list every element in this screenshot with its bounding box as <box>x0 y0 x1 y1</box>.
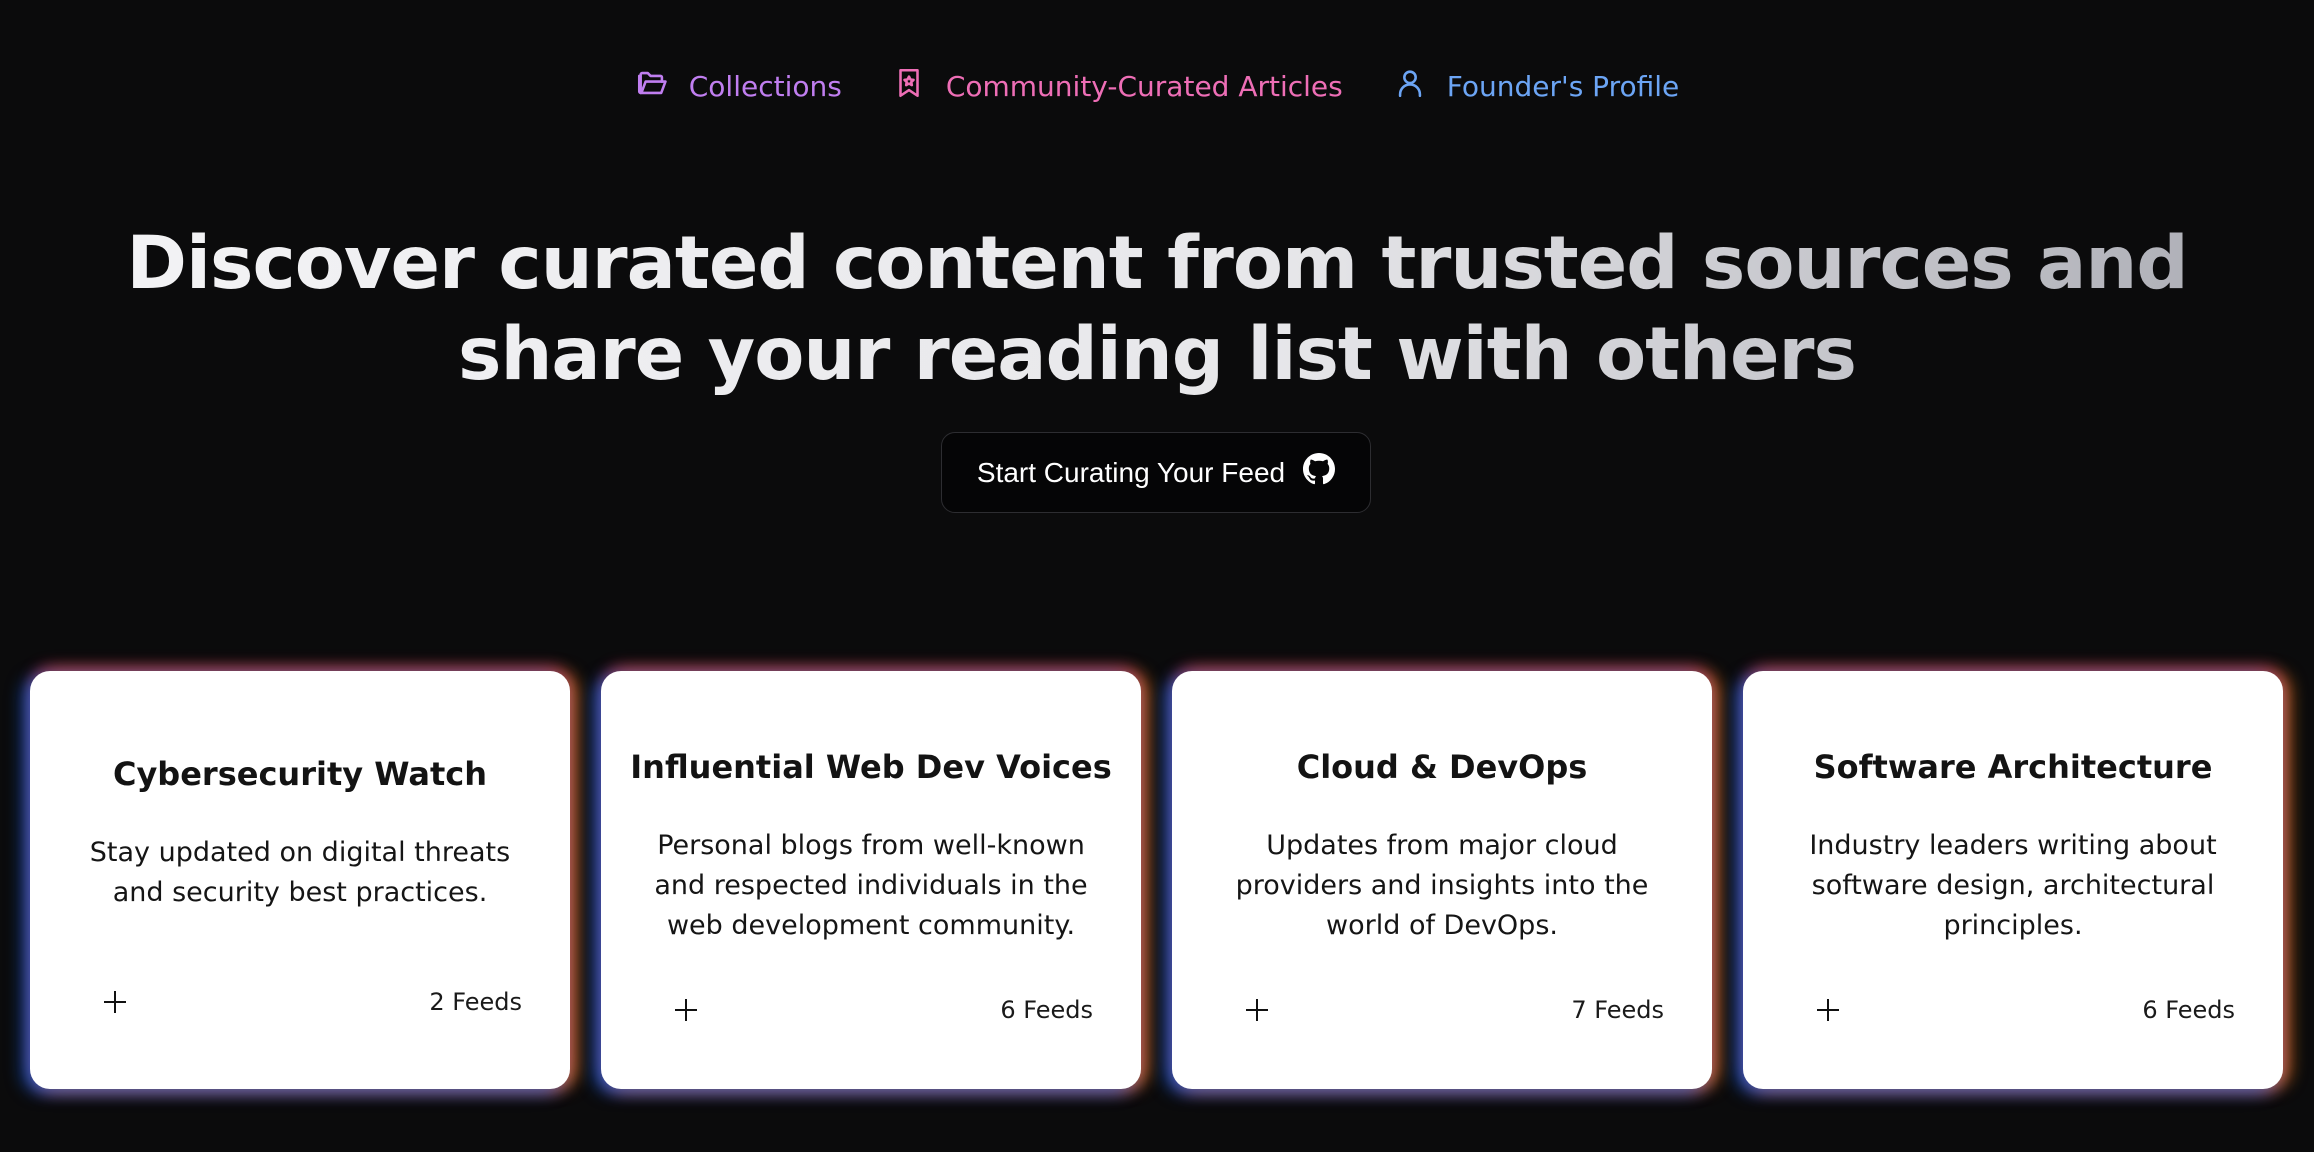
start-curating-button[interactable]: Start Curating Your Feed <box>941 432 1371 513</box>
page: Collections Community-Curated Articles F… <box>0 0 2314 1152</box>
card-description: Industry leaders writing about software … <box>1809 830 2217 941</box>
collection-card[interactable]: Cybersecurity Watch Stay updated on digi… <box>30 671 570 1089</box>
collection-card[interactable]: Influential Web Dev Voices Personal blog… <box>601 671 1141 1089</box>
user-icon <box>1393 66 1427 107</box>
collection-card[interactable]: Cloud & DevOps Updates from major cloud … <box>1172 671 1712 1089</box>
nav-item-founders-profile[interactable]: Founder's Profile <box>1393 66 1680 107</box>
bookmark-icon <box>892 66 926 107</box>
nav-item-community-curated-articles[interactable]: Community-Curated Articles <box>892 66 1343 107</box>
nav-item-label: Collections <box>688 70 842 103</box>
top-nav: Collections Community-Curated Articles F… <box>0 66 2314 107</box>
collection-card[interactable]: Software Architecture Industry leaders w… <box>1743 671 2283 1089</box>
github-icon <box>1303 453 1336 492</box>
plus-icon[interactable] <box>100 987 130 1017</box>
feed-count: 2 Feeds <box>429 988 522 1016</box>
card-description: Personal blogs from well-known and respe… <box>654 830 1088 941</box>
nav-item-label: Founder's Profile <box>1446 70 1680 103</box>
plus-icon[interactable] <box>1813 995 1843 1025</box>
hero-title-line-1: Discover curated content from trusted so… <box>126 221 2188 306</box>
nav-item-label: Community-Curated Articles <box>945 70 1343 103</box>
plus-icon[interactable] <box>671 995 701 1025</box>
hero-title-line-2: share your reading list with others <box>458 312 1856 397</box>
hero-title: Discover curated content from trusted so… <box>0 218 2314 400</box>
card-description: Stay updated on digital threats and secu… <box>89 837 511 908</box>
collection-cards: Cybersecurity Watch Stay updated on digi… <box>30 671 2284 1089</box>
feed-count: 6 Feeds <box>2142 996 2235 1024</box>
plus-icon[interactable] <box>1242 995 1272 1025</box>
card-title: Cloud & DevOps <box>1296 748 1588 786</box>
card-title: Software Architecture <box>1813 748 2213 786</box>
feed-count: 6 Feeds <box>1000 996 1093 1024</box>
folder-open-icon <box>635 66 669 107</box>
card-description: Updates from major cloud providers and i… <box>1235 830 1649 941</box>
card-title: Cybersecurity Watch <box>112 755 488 793</box>
card-title: Influential Web Dev Voices <box>630 748 1112 786</box>
nav-item-collections[interactable]: Collections <box>635 66 842 107</box>
cta-label: Start Curating Your Feed <box>976 456 1286 488</box>
feed-count: 7 Feeds <box>1571 996 1664 1024</box>
